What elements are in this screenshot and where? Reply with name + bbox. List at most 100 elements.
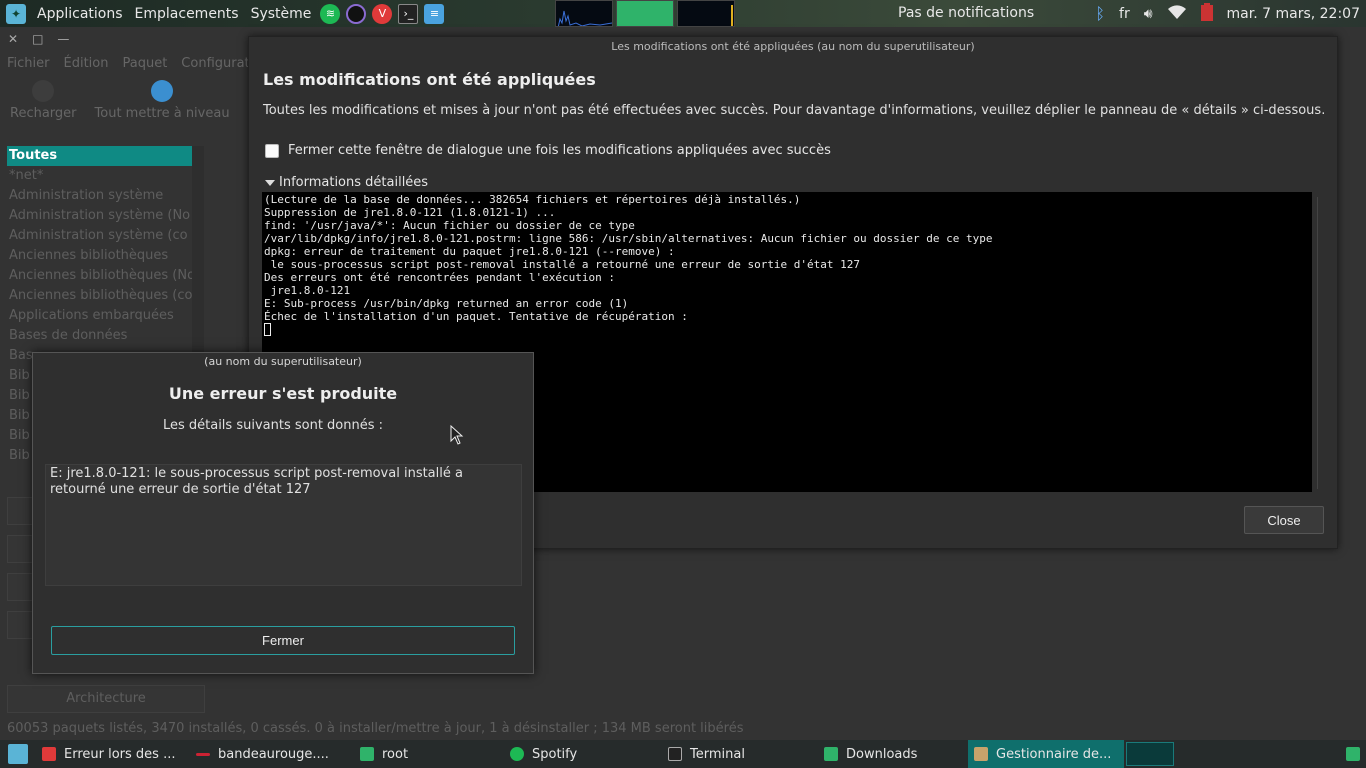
task-downloads[interactable]: Downloads	[818, 740, 968, 768]
task-label: root	[382, 746, 409, 762]
details-expander-label: Informations détaillées	[279, 175, 429, 190]
start-menu-button[interactable]	[0, 740, 36, 768]
task-spotify[interactable]: Spotify	[504, 740, 662, 768]
menu-paquet[interactable]: Paquet	[122, 56, 167, 71]
task-label: Spotify	[532, 746, 578, 762]
dialog-title: Les modifications ont été appliquées (au…	[611, 40, 975, 53]
category-item[interactable]: Toutes	[7, 146, 192, 166]
close-on-success-label: Fermer cette fenêtre de dialogue une foi…	[288, 143, 831, 158]
terminal-cursor	[264, 323, 271, 336]
system-monitor-graphs	[555, 0, 738, 27]
vivaldi-icon	[42, 747, 56, 761]
terminal-launcher-icon[interactable]: ›_	[398, 3, 419, 24]
menu-emplacements[interactable]: Emplacements	[129, 6, 245, 22]
notes-launcher-icon[interactable]: ≡	[424, 3, 445, 24]
error-heading: Une erreur s'est produite	[168, 384, 398, 403]
mouse-pointer-icon	[450, 424, 464, 449]
package-icon	[974, 747, 988, 761]
terminal-line: (Lecture de la base de données... 382654…	[264, 193, 801, 206]
terminal-line: dpkg: erreur de traitement du paquet jre…	[264, 245, 675, 258]
task-gestionnaire[interactable]: Gestionnaire de...	[968, 740, 1124, 768]
fermer-button[interactable]: Fermer	[51, 626, 515, 655]
vivaldi-launcher-icon[interactable]: V	[372, 3, 393, 24]
close-icon[interactable]: ✕	[8, 32, 18, 46]
menu-systeme[interactable]: Système	[245, 6, 318, 22]
volume-icon[interactable]: 🔊︎	[1144, 6, 1153, 22]
task-bandeaurouge[interactable]: bandeaurouge....	[190, 740, 354, 768]
close-on-success-checkbox[interactable]	[265, 143, 279, 158]
task-label: Erreur lors des ...	[64, 746, 176, 762]
category-item[interactable]: Administration système (No	[7, 206, 192, 226]
folder-icon	[360, 747, 374, 761]
show-desktop-icon[interactable]	[1346, 747, 1360, 761]
upgrade-all-button[interactable]: Tout mettre à niveau	[95, 80, 230, 121]
category-item[interactable]: Applications embarquées	[7, 306, 192, 326]
bluetooth-icon[interactable]: ᛒ	[1095, 4, 1105, 23]
start-logo-icon	[8, 744, 28, 764]
category-item[interactable]: *net*	[7, 166, 192, 186]
clock[interactable]: mar. 7 mars, 22:07	[1227, 6, 1360, 22]
top-panel: ✦ Applications Emplacements Système ≋ V …	[0, 0, 1366, 27]
architecture-button[interactable]: Architecture	[7, 685, 205, 713]
workspace-switcher[interactable]	[1126, 742, 1174, 766]
details-expander[interactable]: Informations détaillées	[265, 175, 428, 190]
close-button[interactable]: Close	[1244, 506, 1324, 534]
task-erreur[interactable]: Erreur lors des ...	[36, 740, 190, 768]
reload-icon	[32, 80, 55, 102]
terminal-line: Suppression de jre1.8.0-121 (1.8.0121-1)…	[264, 206, 556, 219]
terminal-icon	[668, 747, 682, 761]
terminal-line: E: Sub-process /usr/bin/dpkg returned an…	[264, 297, 629, 310]
keyboard-layout[interactable]: fr	[1119, 6, 1130, 22]
category-item[interactable]: Anciennes bibliothèques	[7, 246, 192, 266]
upgrade-icon	[151, 80, 174, 102]
wifi-icon[interactable]	[1167, 4, 1187, 24]
maximize-icon[interactable]: □	[32, 32, 43, 46]
error-subheading: Les détails suivants sont donnés :	[162, 418, 384, 433]
spotify-icon	[510, 747, 524, 761]
battery-icon[interactable]	[1200, 2, 1213, 25]
close-on-success-row[interactable]: Fermer cette fenêtre de dialogue une foi…	[265, 143, 831, 158]
notifications-label[interactable]: Pas de notifications	[898, 5, 1034, 21]
cpu-graph	[555, 0, 613, 27]
minimize-icon[interactable]: —	[57, 32, 69, 46]
terminal-line: le sous-processus script post-removal in…	[264, 258, 861, 271]
dialog-heading: Les modifications ont été appliquées	[263, 70, 596, 89]
menu-applications[interactable]: Applications	[31, 6, 129, 22]
dialog-description: Toutes les modifications et mises à jour…	[263, 103, 1326, 118]
terminal-line: find: '/usr/java/*': Aucun fichier ou do…	[264, 219, 635, 232]
category-item[interactable]: Administration système (co	[7, 226, 192, 246]
terminal-line: /var/lib/dpkg/info/jre1.8.0-121.postrm: …	[264, 232, 993, 245]
reload-label: Recharger	[10, 106, 77, 121]
terminal-scrollbar[interactable]	[1317, 197, 1327, 489]
terminal-line: Des erreurs ont été rencontrées pendant …	[264, 271, 615, 284]
terminal-line: jre1.8.0-121	[264, 284, 351, 297]
browser-launcher-icon[interactable]	[346, 3, 367, 24]
menu-fichier[interactable]: Fichier	[7, 56, 50, 71]
task-root[interactable]: root	[354, 740, 504, 768]
category-item[interactable]: Anciennes bibliothèques (co	[7, 286, 192, 306]
error-detail-text[interactable]: E: jre1.8.0-121: le sous-processus scrip…	[45, 464, 522, 586]
folder-icon	[824, 747, 838, 761]
expander-arrow-icon	[265, 179, 275, 186]
category-item[interactable]: Bases de données	[7, 326, 192, 346]
network-graph	[677, 0, 735, 27]
taskbar: Erreur lors des ... bandeaurouge.... roo…	[0, 740, 1366, 768]
error-dialog: (au nom du superutilisateur) Une erreur …	[32, 352, 534, 674]
terminal-line: Échec de l'installation d'un paquet. Ten…	[264, 310, 688, 323]
task-terminal[interactable]: Terminal	[662, 740, 818, 768]
memory-graph	[616, 0, 674, 27]
reload-button[interactable]: Recharger	[10, 80, 77, 121]
menu-edition[interactable]: Édition	[64, 56, 109, 71]
error-dialog-title: (au nom du superutilisateur)	[204, 355, 362, 368]
task-label: Downloads	[846, 746, 918, 762]
spotify-launcher-icon[interactable]: ≋	[320, 3, 341, 24]
task-label: bandeaurouge....	[218, 746, 329, 762]
upgrade-all-label: Tout mettre à niveau	[94, 106, 230, 121]
category-item[interactable]: Administration système	[7, 186, 192, 206]
category-item[interactable]: Anciennes bibliothèques (No	[7, 266, 192, 286]
system-tray: ᛒ fr 🔊︎ mar. 7 mars, 22:07	[1095, 0, 1366, 27]
applications-menu-icon[interactable]: ✦	[6, 3, 26, 24]
status-bar: 60053 paquets listés, 3470 installés, 0 …	[7, 721, 744, 736]
image-viewer-icon	[196, 752, 210, 756]
task-label: Gestionnaire de...	[996, 746, 1112, 762]
